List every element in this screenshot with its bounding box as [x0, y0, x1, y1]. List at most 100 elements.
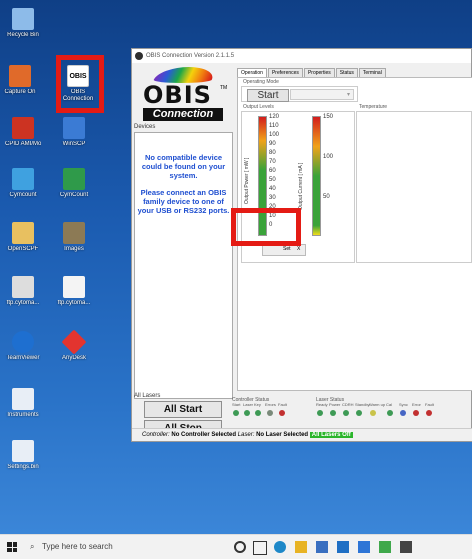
laser-status-item: Fault: [425, 402, 434, 407]
cortana-icon[interactable]: [234, 541, 246, 553]
tab-properties[interactable]: Properties: [303, 68, 335, 77]
desktop-icon-label: AnyDesk: [61, 355, 86, 361]
desktop-icon-label: CPID AMI/Monitor: [5, 141, 41, 147]
laser-label: Laser:: [237, 432, 255, 438]
mail-icon[interactable]: [337, 541, 349, 553]
tab-preferences[interactable]: Preferences: [267, 68, 303, 77]
tab-status[interactable]: Status: [335, 68, 358, 77]
logo-text: OBIS: [143, 81, 212, 109]
images-icon-image: [63, 222, 85, 244]
left-panel: OBIS TM Connection Devices No compatible…: [132, 63, 235, 437]
file-icon: [12, 276, 34, 298]
laser-status-item: Standby: [355, 402, 370, 407]
controller-value: No Controller Selected: [171, 432, 237, 438]
start-button[interactable]: Start: [247, 89, 289, 102]
temperature-label: Temperature: [359, 104, 388, 110]
all-lasers-label: All Lasers: [134, 393, 161, 399]
recycle-bin-icon[interactable]: Recycle Bin: [5, 8, 41, 39]
store-icon[interactable]: [316, 541, 328, 553]
desktop-icon-label: Recycle Bin: [7, 32, 39, 38]
start-menu-icon[interactable]: [7, 542, 17, 552]
output-power-axis-label: Output Power [ mW ]: [244, 157, 250, 204]
connect-device-message: Please connect an OBIS family device to …: [137, 188, 230, 215]
cymcount-icon-image: [12, 168, 34, 190]
tab-terminal[interactable]: Terminal: [358, 68, 386, 77]
file-explorer-icon[interactable]: [295, 541, 307, 553]
power-tick: 90: [269, 141, 276, 147]
instruments-icon[interactable]: Instruments: [5, 388, 41, 419]
status-led: [267, 410, 273, 416]
set-button[interactable]: Set: [283, 246, 291, 252]
controller-status-item: Key: [254, 402, 261, 407]
app-pinned-icon[interactable]: [379, 541, 391, 553]
status-led: [233, 410, 239, 416]
devices-list[interactable]: No compatible device could be found on y…: [134, 132, 233, 399]
power-tick: 40: [269, 186, 276, 192]
all-start-button[interactable]: All Start: [144, 401, 222, 418]
controller-status-item: Fault: [278, 402, 287, 407]
winscp-icon[interactable]: WinSCP: [56, 117, 92, 148]
desktop-icon-label: ftp.cytoma...: [57, 300, 91, 306]
power-tick: 60: [269, 168, 276, 174]
app-pinned-icon[interactable]: [358, 541, 370, 553]
laser-status-item: Error: [412, 402, 421, 407]
desktop-icon-label: TeamViewer: [6, 355, 40, 361]
laser-status-item: Cal: [386, 402, 393, 407]
images-icon[interactable]: Images: [56, 222, 92, 253]
devices-label: Devices: [134, 124, 156, 130]
desktop-icon-label: Capture On: [4, 89, 36, 95]
laser-status-item: Warm up: [369, 402, 386, 407]
desktop-icon-label: WinSCP: [62, 141, 86, 147]
temperature-group: [356, 111, 472, 263]
laser-status-item: CDRH: [342, 402, 354, 407]
teamviewer-icon[interactable]: TeamViewer: [5, 331, 41, 362]
desktop-icon-label: Images: [64, 246, 84, 252]
controller-status-item: Laser: [243, 402, 254, 407]
cpid-monitor-icon[interactable]: CPID AMI/Monitor: [5, 117, 41, 148]
winscp-icon-image: [63, 117, 85, 139]
output-current-axis-label: Output Current [ mA ]: [298, 162, 304, 210]
anydesk-icon[interactable]: AnyDesk: [56, 329, 92, 362]
task-view-icon[interactable]: [253, 541, 267, 555]
desktop-icon-label: ftp.cytoma...: [6, 300, 40, 306]
mode-dropdown[interactable]: ▾: [290, 89, 354, 100]
settings-bin-icon-image: [12, 440, 34, 462]
laser-value: No Laser Selected: [256, 432, 309, 438]
all-lasers-off-badge: All Lasers Off: [309, 432, 353, 438]
edge-icon[interactable]: [274, 541, 286, 553]
search-box[interactable]: ⌕ Type here to search: [28, 539, 212, 555]
power-tick: 30: [269, 195, 276, 201]
cpid-icon-image: [12, 117, 34, 139]
ftp-icon-2[interactable]: ftp.cytoma...: [56, 276, 92, 307]
status-led: [370, 410, 376, 416]
obis-logo: OBIS TM Connection: [134, 63, 233, 121]
cymcount-icon[interactable]: Cymcount: [5, 168, 41, 199]
recycle-bin-icon-image: [12, 8, 34, 30]
settings-bin-icon[interactable]: Settings.bin: [5, 440, 41, 471]
controller-status-item: Errors: [265, 402, 276, 407]
laser-status-item: Power: [329, 402, 341, 407]
openscpf-icon[interactable]: OpenSCPF: [5, 222, 41, 253]
laser-status-item: Ready: [316, 402, 328, 407]
app-icon: [135, 52, 143, 60]
search-placeholder: Type here to search: [42, 542, 113, 551]
clear-button[interactable]: X: [297, 246, 300, 252]
ftp-icon-1[interactable]: ftp.cytoma...: [5, 276, 41, 307]
status-led: [279, 410, 285, 416]
tab-bar: Operation Preferences Properties Status …: [237, 68, 387, 77]
search-icon: ⌕: [30, 542, 35, 551]
desktop-icon-label: CymCount: [59, 192, 89, 198]
output-levels-label: Output Levels: [243, 104, 274, 110]
status-led: [356, 410, 362, 416]
status-led: [330, 410, 336, 416]
tab-operation[interactable]: Operation: [237, 68, 267, 77]
power-tick: 80: [269, 150, 276, 156]
calculator-icon[interactable]: [400, 541, 412, 553]
highlight-box-set: [231, 208, 301, 246]
capture-on-icon[interactable]: Capture On: [2, 65, 38, 96]
status-led: [426, 410, 432, 416]
desktop-icon-label: OpenSCPF: [7, 246, 39, 252]
power-tick: 100: [269, 132, 280, 138]
cymcount2-icon[interactable]: CymCount: [56, 168, 92, 199]
current-gauge: [312, 116, 321, 236]
